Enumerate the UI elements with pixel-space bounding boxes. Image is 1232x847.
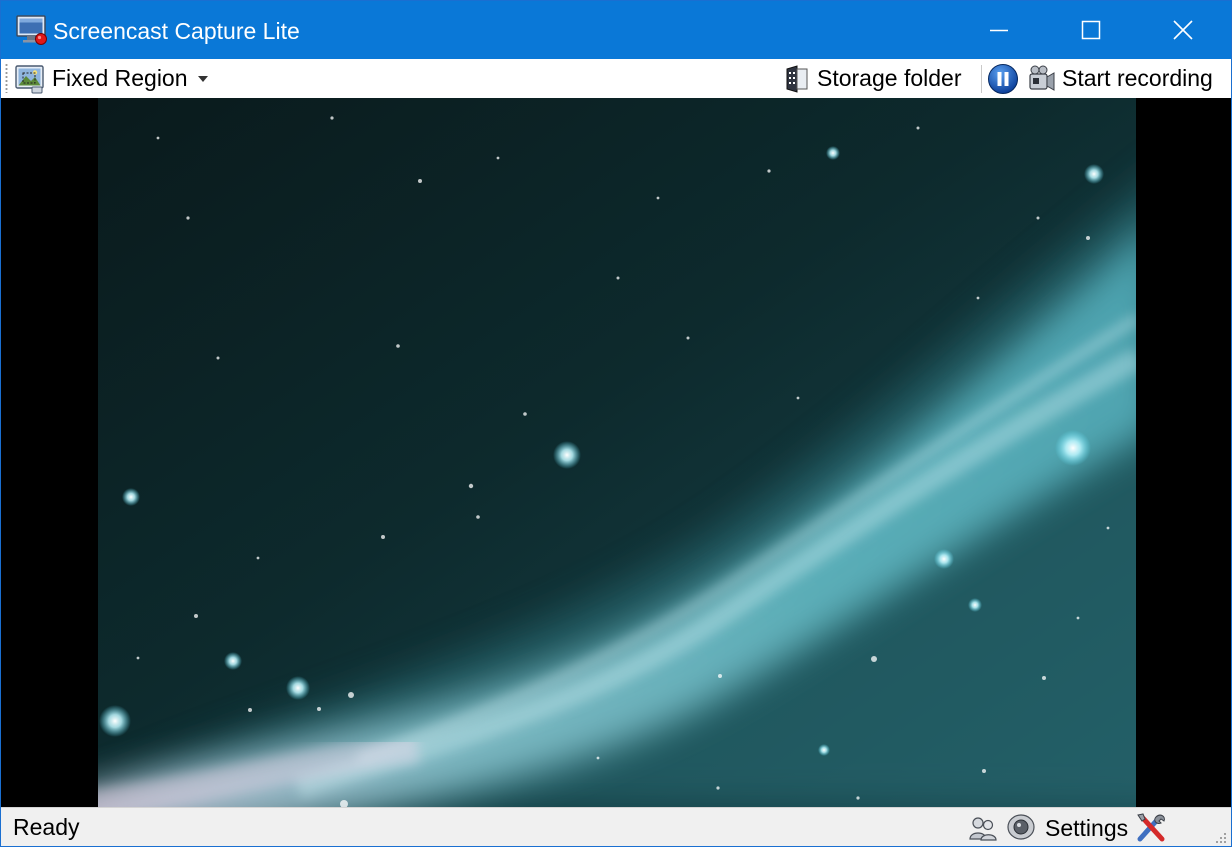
webcam-icon[interactable]	[1005, 813, 1037, 843]
region-mode-label: Fixed Region	[52, 65, 188, 91]
monitor-record-icon	[16, 15, 47, 45]
region-mode-dropdown[interactable]: Fixed Region	[14, 59, 208, 98]
users-icon[interactable]	[967, 813, 999, 843]
storage-folder-button[interactable]: Storage folder	[783, 59, 961, 98]
maximize-button[interactable]	[1045, 1, 1137, 59]
chevron-down-icon	[197, 75, 208, 82]
start-recording-button[interactable]: Start recording	[1026, 59, 1213, 98]
toolbar-grip[interactable]	[5, 63, 8, 93]
settings-label: Settings	[1045, 814, 1129, 841]
window-title: Screencast Capture Lite	[53, 18, 300, 44]
minimize-button[interactable]	[953, 1, 1045, 59]
toolbar-separator	[981, 65, 982, 93]
storage-folder-label: Storage folder	[817, 65, 962, 91]
pause-button[interactable]	[987, 59, 1019, 98]
folder-film-icon	[786, 64, 808, 93]
status-text: Ready	[13, 814, 80, 840]
close-button[interactable]	[1137, 1, 1229, 59]
capture-preview-image[interactable]	[98, 98, 1136, 807]
title-bar[interactable]: Screencast Capture Lite	[1, 1, 1231, 59]
pause-icon	[988, 63, 1018, 94]
video-camera-icon	[1029, 65, 1055, 91]
minimize-icon	[990, 29, 1008, 32]
toolbar: Fixed Region Storage folder Start record…	[1, 59, 1231, 99]
region-capture-icon	[15, 64, 44, 93]
resize-grip-icon[interactable]	[1213, 830, 1227, 844]
tools-icon	[1137, 813, 1165, 842]
start-recording-label: Start recording	[1062, 65, 1213, 91]
close-icon	[1173, 20, 1193, 40]
status-bar: Ready Settings	[1, 807, 1231, 846]
capture-viewport	[1, 98, 1231, 807]
settings-button[interactable]: Settings	[1045, 808, 1168, 846]
maximize-icon	[1081, 20, 1101, 40]
app-window: Screencast Capture Lite Fixed Region Sto…	[0, 0, 1232, 847]
nebula-preview-image	[98, 98, 1136, 807]
